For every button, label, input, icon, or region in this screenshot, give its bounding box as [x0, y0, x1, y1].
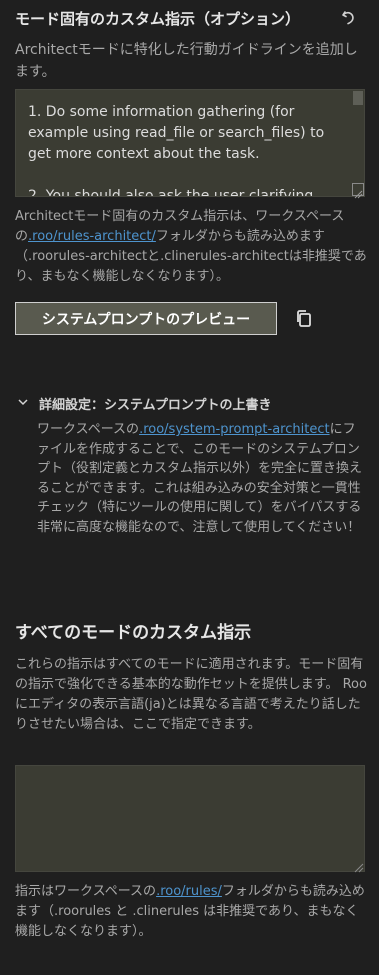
advanced-settings-toggle[interactable]: 詳細設定：システムプロンプトの上書き [15, 394, 271, 413]
system-prompt-file-link[interactable]: .roo/system-prompt-architect [139, 422, 330, 437]
advanced-settings-label: 詳細設定：システムプロンプトの上書き [39, 398, 272, 413]
copy-icon[interactable] [292, 307, 316, 331]
global-instructions-textarea[interactable] [15, 765, 365, 872]
global-rules-note: 指示はワークスペースの.roo/rules/フォルダからも読み込めます（.roo… [15, 882, 367, 942]
mode-instructions-title: モード固有のカスタム指示（オプション） [15, 10, 301, 28]
advanced-settings-description: ワークスペースの.roo/system-prompt-architectにファイ… [37, 420, 367, 537]
advanced-text-suffix: にファイルを作成することで、このモードのシステムプロンプト（役割定義とカスタム指… [37, 422, 363, 535]
rules-folder-link[interactable]: .roo/rules-architect/ [28, 229, 156, 244]
note-text: 指示はワークスペースの [15, 884, 157, 899]
mode-instructions-textarea[interactable]: 1. Do some information gathering (for ex… [15, 89, 365, 197]
scrollbar-thumb[interactable] [353, 91, 363, 105]
chevron-down-icon [17, 396, 35, 412]
advanced-text: ワークスペースの [37, 422, 140, 437]
rules-folder-link[interactable]: .roo/rules/ [156, 884, 222, 899]
preview-system-prompt-button[interactable]: システムプロンプトのプレビュー [15, 302, 277, 335]
reset-icon[interactable] [338, 7, 360, 29]
mode-instructions-description: Architectモードに特化した行動ガイドラインを追加します。 [15, 42, 358, 80]
textarea-resize-handle[interactable] [352, 858, 364, 873]
textarea-resize-handle[interactable] [352, 183, 364, 199]
global-instructions-description: これらの指示はすべてのモードに適用されます。モード固有の指示で強化できる基本的な… [15, 657, 367, 732]
global-instructions-title: すべてのモードのカスタム指示 [15, 623, 252, 643]
mode-rules-note: Architectモード固有のカスタム指示は、ワークスペースの.roo/rule… [15, 207, 367, 287]
textarea-scrollbar[interactable] [352, 90, 364, 196]
